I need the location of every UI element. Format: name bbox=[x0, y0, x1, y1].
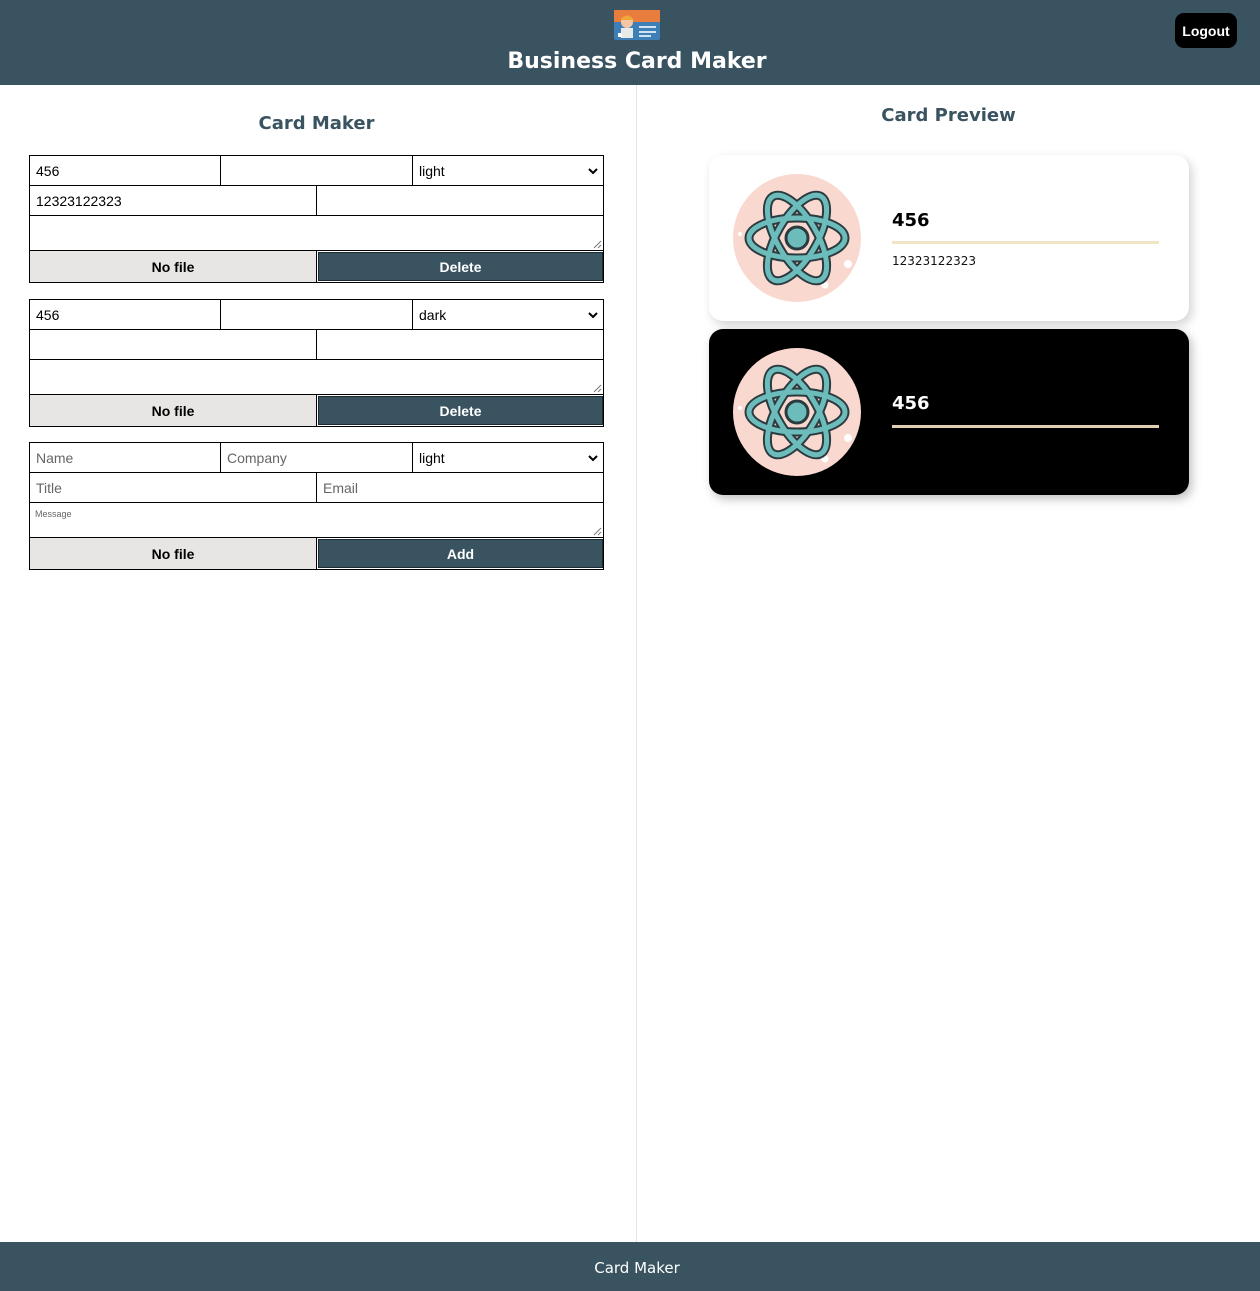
atom-icon bbox=[733, 174, 861, 302]
delete-button[interactable]: Delete bbox=[318, 396, 603, 425]
app-title: Business Card Maker bbox=[507, 49, 767, 74]
name-input[interactable] bbox=[30, 300, 221, 330]
add-button[interactable]: Add bbox=[318, 539, 603, 568]
preview-card-dark: 456 bbox=[709, 329, 1189, 495]
file-upload-button[interactable]: No file bbox=[30, 538, 317, 569]
theme-select[interactable]: dark bbox=[413, 300, 603, 330]
card-maker-title: Card Maker bbox=[258, 113, 375, 134]
email-input[interactable] bbox=[317, 473, 603, 503]
company-input[interactable] bbox=[221, 443, 413, 473]
file-upload-button[interactable]: No file bbox=[30, 395, 317, 426]
message-textarea[interactable] bbox=[30, 216, 603, 251]
theme-select[interactable]: light bbox=[413, 156, 603, 186]
atom-icon bbox=[733, 348, 861, 476]
footer-text: Card Maker bbox=[594, 1259, 680, 1277]
app-header: Business Card Maker Logout bbox=[0, 0, 1260, 85]
message-textarea[interactable] bbox=[30, 503, 603, 538]
email-input[interactable] bbox=[317, 186, 603, 216]
card-add-form: light No file Add bbox=[29, 442, 604, 570]
name-input[interactable] bbox=[30, 156, 221, 186]
card-edit-form: dark No file Delete bbox=[29, 299, 604, 427]
theme-select[interactable]: light bbox=[413, 443, 603, 473]
business-card-icon bbox=[614, 10, 660, 40]
file-upload-button[interactable]: No file bbox=[30, 251, 317, 282]
delete-button[interactable]: Delete bbox=[318, 252, 603, 281]
card-preview-title: Card Preview bbox=[881, 105, 1016, 126]
app-footer: Card Maker bbox=[0, 1242, 1260, 1291]
title-input[interactable] bbox=[30, 330, 317, 360]
preview-card-title: 12323122323 bbox=[892, 254, 976, 268]
company-input[interactable] bbox=[221, 300, 413, 330]
title-input[interactable] bbox=[30, 473, 317, 503]
title-input[interactable] bbox=[30, 186, 317, 216]
preview-card-light: 456 12323122323 bbox=[709, 155, 1189, 321]
company-input[interactable] bbox=[221, 156, 413, 186]
message-textarea[interactable] bbox=[30, 360, 603, 395]
name-input[interactable] bbox=[30, 443, 221, 473]
card-edit-form: light No file Delete bbox=[29, 155, 604, 283]
preview-card-divider bbox=[892, 425, 1159, 428]
logout-button[interactable]: Logout bbox=[1175, 13, 1237, 48]
panel-divider bbox=[636, 85, 637, 1242]
preview-card-name: 456 bbox=[892, 210, 930, 231]
preview-card-name: 456 bbox=[892, 393, 930, 414]
email-input[interactable] bbox=[317, 330, 603, 360]
preview-card-divider bbox=[892, 241, 1159, 244]
